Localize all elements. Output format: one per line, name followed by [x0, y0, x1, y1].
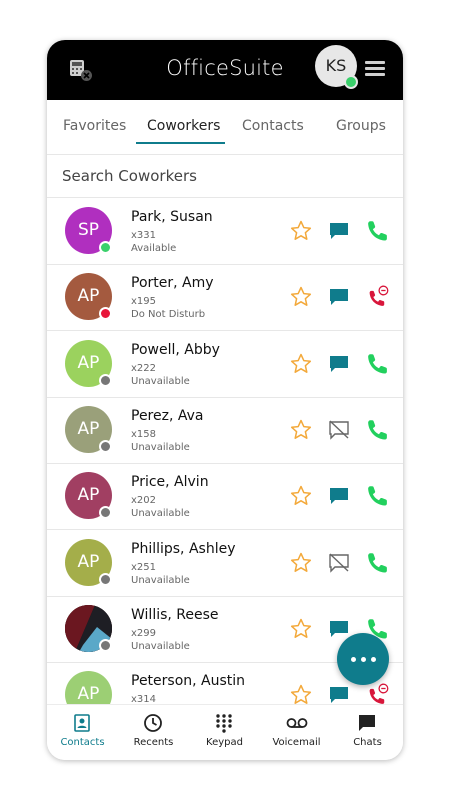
chat-disabled-icon[interactable]: [328, 552, 350, 574]
contact-name: Price, Alvin: [131, 474, 209, 491]
favorite-star-icon[interactable]: [289, 285, 313, 309]
favorite-star-icon[interactable]: [289, 484, 313, 508]
active-tab-indicator: [136, 142, 225, 144]
contact-name: Willis, Reese: [131, 606, 219, 623]
contact-extension: x158: [131, 428, 157, 440]
call-icon[interactable]: [365, 550, 391, 576]
nav-label: Keypad: [206, 737, 243, 748]
presence-dot: [99, 373, 112, 387]
nav-label: Chats: [353, 737, 382, 748]
chat-icon[interactable]: [328, 353, 350, 375]
contact-extension: x202: [131, 495, 157, 507]
keypad-icon: [214, 713, 234, 733]
contact-name: Peterson, Austin: [131, 673, 246, 690]
tab-contacts[interactable]: Contacts: [242, 118, 304, 134]
presence-dot: [99, 572, 112, 586]
call-icon[interactable]: [365, 351, 391, 377]
contact-status: Unavailable: [131, 574, 190, 586]
avatar-initials: AP: [77, 352, 100, 373]
avatar-initials: AP: [77, 418, 100, 439]
bottom-navigation: Contacts Recents Keypad Voicemail Chats: [47, 704, 403, 760]
chat-bubble-icon: [357, 713, 377, 733]
coworker-row[interactable]: AP Price, Alvin x202 Unavailable: [47, 463, 403, 531]
coworker-row[interactable]: AP Perez, Ava x158 Unavailable: [47, 397, 403, 464]
avatar-initials: AP: [77, 485, 100, 506]
contact-status: Unavailable: [131, 640, 190, 652]
contact-status: Unavailable: [131, 508, 190, 520]
contacts-icon: [72, 713, 92, 733]
tab-bar: Favorites Coworkers Contacts Groups: [47, 100, 403, 155]
presence-dot: [99, 638, 112, 652]
contact-extension: x251: [131, 561, 157, 573]
favorite-star-icon[interactable]: [289, 219, 313, 243]
avatar-initials: AP: [77, 684, 100, 704]
tab-coworkers[interactable]: Coworkers: [147, 118, 220, 134]
coworker-row[interactable]: AP Phillips, Ashley x251 Unavailable: [47, 530, 403, 597]
call-icon[interactable]: [365, 417, 391, 443]
contact-status: Unavailable: [131, 441, 190, 453]
nav-label: Voicemail: [272, 737, 321, 748]
contact-extension: x331: [131, 230, 157, 241]
favorite-star-icon[interactable]: [289, 551, 313, 575]
contact-name: Powell, Abby: [131, 341, 220, 358]
nav-contacts[interactable]: Contacts: [47, 705, 118, 760]
user-initials: KS: [325, 56, 347, 75]
nav-label: Recents: [133, 737, 174, 748]
contact-extension: x299: [131, 627, 157, 639]
contact-status: Do Not Disturb: [131, 309, 206, 321]
contact-extension: x195: [131, 296, 157, 308]
favorite-star-icon[interactable]: [289, 683, 313, 704]
avatar-initials: SP: [77, 220, 100, 240]
avatar: AP: [65, 671, 112, 704]
search-placeholder: Search Coworkers: [62, 167, 197, 185]
contact-name: Park, Susan: [131, 209, 213, 225]
contact-status: Available: [131, 243, 177, 254]
more-actions-button[interactable]: [337, 633, 389, 685]
tab-groups[interactable]: Groups: [336, 118, 386, 134]
tab-favorites[interactable]: Favorites: [63, 118, 126, 134]
chat-icon[interactable]: [328, 684, 350, 704]
hamburger-menu-icon[interactable]: [365, 61, 385, 77]
app-window: OfficeSuite KS Favorites Coworkers Conta…: [47, 40, 403, 760]
contact-extension: x314: [131, 694, 157, 704]
contact-name: Porter, Amy: [131, 275, 214, 292]
chat-icon[interactable]: [328, 286, 350, 308]
nav-recents[interactable]: Recents: [118, 705, 189, 760]
contact-extension: x222: [131, 362, 157, 374]
coworker-row[interactable]: SP Park, Susan x331 Available: [47, 198, 403, 265]
chat-icon[interactable]: [328, 618, 350, 640]
presence-dot: [99, 439, 112, 453]
contact-name: Phillips, Ashley: [131, 540, 236, 557]
nav-chats[interactable]: Chats: [332, 705, 403, 760]
clock-icon: [143, 713, 163, 733]
contact-status: Unavailable: [131, 375, 190, 387]
search-input[interactable]: Search Coworkers: [47, 155, 403, 198]
coworker-list: SP Park, Susan x331 Available AP Porter, Amy x…: [47, 198, 403, 704]
user-status-dot: [344, 75, 358, 89]
app-header: OfficeSuite KS: [47, 40, 403, 100]
voicemail-icon: [286, 713, 308, 733]
avatar-initials: AP: [77, 286, 100, 307]
coworker-row[interactable]: AP Powell, Abby x222 Unavailable: [47, 331, 403, 398]
presence-dot: [99, 241, 112, 254]
avatar-initials: AP: [77, 551, 100, 572]
call-icon[interactable]: [365, 218, 391, 244]
nav-label: Contacts: [60, 737, 105, 748]
call-dnd-icon[interactable]: [365, 284, 391, 310]
chat-disabled-icon[interactable]: [328, 419, 350, 441]
presence-dot: [99, 506, 112, 520]
coworker-row[interactable]: AP Porter, Amy x195 Do Not Disturb: [47, 264, 403, 332]
chat-icon[interactable]: [328, 220, 350, 242]
favorite-star-icon[interactable]: [289, 418, 313, 442]
call-dnd-icon[interactable]: [365, 682, 391, 704]
chat-icon[interactable]: [328, 485, 350, 507]
user-avatar[interactable]: KS: [315, 45, 358, 89]
nav-voicemail[interactable]: Voicemail: [261, 705, 332, 760]
nav-keypad[interactable]: Keypad: [189, 705, 260, 760]
presence-dot: [99, 307, 112, 321]
call-icon[interactable]: [365, 483, 391, 509]
favorite-star-icon[interactable]: [289, 617, 313, 641]
contact-name: Perez, Ava: [131, 407, 204, 424]
favorite-star-icon[interactable]: [289, 352, 313, 376]
